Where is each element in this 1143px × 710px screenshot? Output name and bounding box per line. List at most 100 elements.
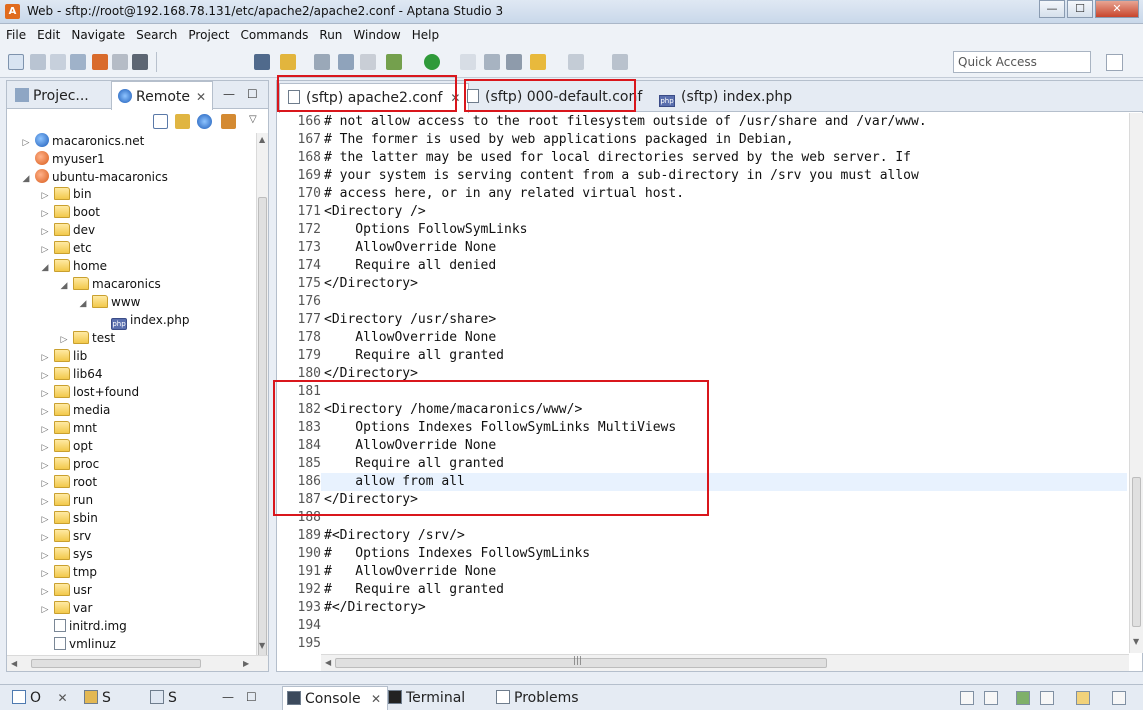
tree-item[interactable]: ▷ test xyxy=(59,331,115,349)
code-line[interactable]: 166 # not allow access to the root filesy… xyxy=(277,113,1129,131)
close-tab-icon[interactable]: ✕ xyxy=(196,90,206,104)
pen-icon[interactable] xyxy=(460,54,476,70)
view-menu-icon[interactable]: ▽ xyxy=(249,114,264,129)
new-icon[interactable] xyxy=(8,54,24,70)
document-icon[interactable] xyxy=(360,54,376,70)
tab-samples[interactable]: S xyxy=(150,690,177,706)
tree-item[interactable]: php index.php xyxy=(97,313,189,331)
pin-icon[interactable] xyxy=(612,54,628,70)
home-icon[interactable] xyxy=(92,54,108,70)
scroll-down-icon[interactable]: ▼ xyxy=(259,641,265,650)
menu-search[interactable]: Search xyxy=(136,28,177,42)
tree-item[interactable]: ▷ mnt xyxy=(40,421,97,439)
menu-navigate[interactable]: Navigate xyxy=(71,28,125,42)
expand-toggle-icon[interactable]: ▷ xyxy=(40,425,50,435)
editor-vertical-scrollbar[interactable]: ▼ xyxy=(1129,113,1143,653)
code-line[interactable]: 192 # Require all granted xyxy=(277,581,1129,599)
tab-problems[interactable]: Problems xyxy=(496,690,579,706)
code-line[interactable]: 169 # your system is serving content from… xyxy=(277,167,1129,185)
expand-toggle-icon[interactable]: ▷ xyxy=(40,587,50,597)
link-with-editor-icon[interactable] xyxy=(175,114,190,129)
tab-project-explorer[interactable]: Projec... xyxy=(9,81,95,109)
pin-console-icon[interactable] xyxy=(1016,691,1030,705)
scroll-thumb[interactable] xyxy=(258,197,267,667)
scroll-right-icon[interactable]: ▶ xyxy=(243,659,249,668)
tree-item[interactable]: ▷ usr xyxy=(40,583,92,601)
expand-toggle-icon[interactable]: ▷ xyxy=(40,371,50,381)
menu-commands[interactable]: Commands xyxy=(240,28,308,42)
tab-terminal[interactable]: Terminal xyxy=(388,690,465,706)
save-all-icon[interactable] xyxy=(50,54,66,70)
code-line[interactable]: 190 # Options Indexes FollowSymLinks xyxy=(277,545,1129,563)
code-line[interactable]: 193 #</Directory> xyxy=(277,599,1129,617)
menu-project[interactable]: Project xyxy=(188,28,229,42)
tree-item[interactable]: ▷ root xyxy=(40,475,97,493)
minimize-button[interactable]: — xyxy=(1039,0,1065,18)
expand-toggle-icon[interactable]: ▷ xyxy=(40,245,50,255)
expand-toggle-icon[interactable]: ◢ xyxy=(59,281,69,291)
open-console-icon[interactable] xyxy=(1076,691,1090,705)
tree-item[interactable]: ▷ sbin xyxy=(40,511,98,529)
expand-toggle-icon[interactable]: ▷ xyxy=(40,389,50,399)
scroll-down-icon[interactable]: ▼ xyxy=(1133,637,1139,646)
tree-item[interactable]: ▷ srv xyxy=(40,529,91,547)
collapse-all-icon[interactable] xyxy=(153,114,168,129)
open-perspective-icon[interactable] xyxy=(1106,54,1123,71)
code-line[interactable]: 176 xyxy=(277,293,1129,311)
refresh-icon[interactable] xyxy=(221,114,236,129)
tree-item[interactable]: ▷ tmp xyxy=(40,565,97,583)
wand-icon[interactable] xyxy=(254,54,270,70)
editor-horizontal-scrollbar[interactable]: ◀ ||| xyxy=(321,654,1129,671)
expand-toggle-icon[interactable]: ◢ xyxy=(40,263,50,273)
tree-item[interactable]: ▷ bin xyxy=(40,187,92,205)
clear-console-icon[interactable] xyxy=(960,691,974,705)
tree-item[interactable]: ◢ www xyxy=(78,295,140,313)
back-icon[interactable] xyxy=(530,54,546,70)
tree-item[interactable]: ▷ media xyxy=(40,403,110,421)
code-line[interactable]: 170 # access here, or in any related virt… xyxy=(277,185,1129,203)
menu-help[interactable]: Help xyxy=(412,28,439,42)
expand-toggle-icon[interactable]: ▷ xyxy=(40,605,50,615)
left-horizontal-scrollbar[interactable]: ◀ ▶ xyxy=(7,655,268,671)
tree-item[interactable]: ◢ home xyxy=(40,259,107,277)
deploy-icon[interactable] xyxy=(280,54,296,70)
tree-item[interactable]: vmlinuz xyxy=(40,637,116,653)
scroll-thumb[interactable] xyxy=(31,659,201,668)
code-line[interactable]: 168 # the latter may be used for local di… xyxy=(277,149,1129,167)
expand-toggle-icon[interactable]: ▷ xyxy=(40,353,50,363)
tree-item[interactable]: ▷ lost+found xyxy=(40,385,139,403)
code-line[interactable]: 177 <Directory /usr/share> xyxy=(277,311,1129,329)
tab-console[interactable]: Console ✕ xyxy=(282,686,389,710)
terminal-icon[interactable] xyxy=(132,54,148,70)
camera-icon[interactable] xyxy=(112,54,128,70)
upload-icon[interactable] xyxy=(314,54,330,70)
tab-index-php[interactable]: php (sftp) index.php xyxy=(651,83,800,112)
code-line[interactable]: 173 AllowOverride None xyxy=(277,239,1129,257)
scroll-up-icon[interactable]: ▲ xyxy=(259,135,265,144)
code-line[interactable]: 191 # AllowOverride None xyxy=(277,563,1129,581)
code-line[interactable]: 189 #<Directory /srv/> xyxy=(277,527,1129,545)
tree-item[interactable]: ▷ boot xyxy=(40,205,100,223)
code-line[interactable]: 178 AllowOverride None xyxy=(277,329,1129,347)
expand-toggle-icon[interactable]: ▷ xyxy=(21,138,31,148)
tree-item[interactable]: ◢ ubuntu-macaronics xyxy=(21,169,168,187)
tree-item[interactable]: ▷ macaronics.net xyxy=(21,133,144,151)
tree-item[interactable]: ▷ opt xyxy=(40,439,93,457)
scroll-left-icon[interactable]: ◀ xyxy=(325,658,331,667)
expand-toggle-icon[interactable]: ▷ xyxy=(40,227,50,237)
expand-toggle-icon[interactable]: ▷ xyxy=(40,533,50,543)
expand-toggle-icon[interactable]: ▷ xyxy=(40,551,50,561)
close-tab-icon[interactable]: ✕ xyxy=(57,691,67,705)
format-icon[interactable] xyxy=(484,54,500,70)
code-line[interactable]: 194 xyxy=(277,617,1129,635)
print-icon[interactable] xyxy=(70,54,86,70)
maximize-view-button[interactable]: ☐ xyxy=(247,87,258,101)
menu-window[interactable]: Window xyxy=(353,28,400,42)
scroll-lock-icon[interactable] xyxy=(984,691,998,705)
tree-item[interactable]: ▷ proc xyxy=(40,457,99,475)
expand-toggle-icon[interactable]: ▷ xyxy=(40,209,50,219)
debug-icon[interactable] xyxy=(386,54,402,70)
tree-item[interactable]: myuser1 xyxy=(21,151,105,169)
expand-toggle-icon[interactable]: ▷ xyxy=(40,569,50,579)
forward-icon[interactable] xyxy=(568,54,584,70)
